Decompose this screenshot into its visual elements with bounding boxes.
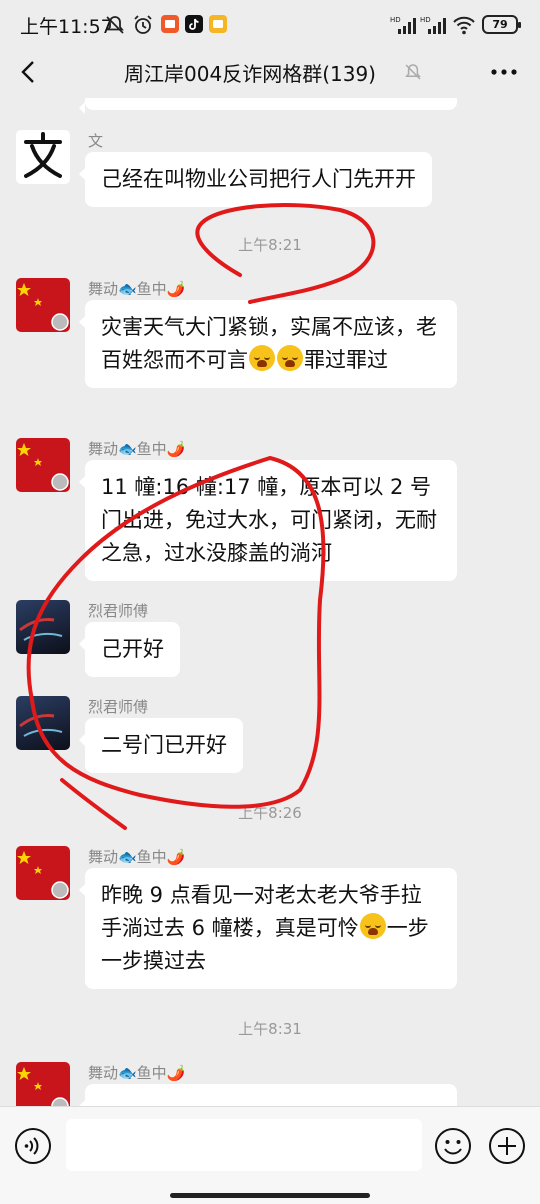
voice-icon[interactable] — [14, 1127, 52, 1165]
app-notification-icon — [161, 15, 179, 33]
avatar[interactable] — [16, 438, 70, 492]
message-item: 舞动🐟鱼中🌶️ 11 幢:16 幢:17 幢，原本可以 2 号门出进，免过大水，… — [0, 438, 540, 588]
status-bar: 上午11:57 HD HD 79 — [0, 0, 540, 48]
sender-name: 文 — [88, 132, 104, 150]
crying-emoji-icon — [277, 345, 303, 371]
tiktok-icon — [185, 15, 203, 33]
back-arrow-icon[interactable] — [14, 56, 46, 88]
avatar[interactable] — [16, 130, 70, 184]
app-notification-icon — [209, 15, 227, 33]
sender-name: 烈君师傅 — [88, 602, 149, 620]
chat-title: 周江岸004反诈网格群(139) — [124, 62, 376, 86]
timestamp: 上午8:26 — [238, 804, 302, 822]
more-dots-icon[interactable] — [486, 58, 522, 86]
message-bubble[interactable]: 己经在叫物业公司把行人门先开开 — [79, 152, 432, 207]
message-bubble-partial — [79, 98, 457, 114]
home-indicator — [170, 1193, 370, 1198]
avatar[interactable] — [16, 278, 70, 332]
svg-text:HD: HD — [390, 16, 401, 24]
timestamp: 上午8:31 — [238, 1020, 302, 1038]
emoji-icon[interactable] — [434, 1127, 472, 1165]
bell-mute-icon — [405, 64, 421, 80]
message-item: 舞动🐟鱼中🌶️ 昨晚 9 点看见一对老太老大爷手拉手淌过去 6 幢楼，真是可怜一… — [0, 846, 540, 996]
message-item: 烈君师傅 己开好 — [0, 600, 540, 680]
svg-text:HD: HD — [420, 16, 431, 24]
avatar[interactable] — [16, 1062, 70, 1106]
message-item: 烈君师傅 二号门已开好 — [0, 696, 540, 776]
message-bubble[interactable]: 己开好 — [79, 622, 180, 677]
message-input[interactable] — [66, 1119, 422, 1171]
chat-area[interactable]: 文 己经在叫物业公司把行人门先开开 上午8:21 舞动🐟鱼中🌶️ 灾害天气大门紧… — [0, 98, 540, 1106]
message-bubble-partial[interactable] — [79, 1084, 457, 1106]
input-bar — [0, 1106, 540, 1204]
message-text: 罪过罪过 — [304, 348, 388, 372]
battery-indicator: 79 — [482, 15, 521, 34]
wifi-icon — [453, 16, 475, 35]
sender-name: 舞动🐟鱼中🌶️ — [88, 440, 186, 458]
mute-notification-icon — [106, 16, 124, 34]
sender-name: 舞动🐟鱼中🌶️ — [88, 848, 186, 866]
timestamp: 上午8:21 — [238, 236, 302, 254]
message-item: 舞动🐟鱼中🌶️ — [0, 1062, 540, 1106]
signal-icon: HD — [420, 16, 446, 34]
sender-name: 舞动🐟鱼中🌶️ — [88, 280, 186, 298]
message-item: 文 己经在叫物业公司把行人门先开开 — [0, 130, 540, 210]
message-bubble[interactable]: 二号门已开好 — [79, 718, 243, 773]
plus-icon[interactable] — [488, 1127, 526, 1165]
crying-emoji-icon — [359, 913, 386, 939]
alarm-icon — [134, 15, 152, 34]
crying-emoji-icon — [249, 345, 275, 371]
chat-header: 周江岸004反诈网格群(139) — [0, 48, 540, 98]
avatar[interactable] — [16, 696, 70, 750]
message-bubble[interactable]: 灾害天气大门紧锁，实属不应该，老百姓怨而不可言 罪过罪过 — [79, 300, 457, 388]
message-item: 舞动🐟鱼中🌶️ 灾害天气大门紧锁，实属不应该，老百姓怨而不可言 罪过罪过 — [0, 278, 540, 428]
status-time: 上午11:57 — [20, 16, 113, 38]
signal-icon: HD — [390, 16, 416, 34]
avatar[interactable] — [16, 600, 70, 654]
avatar[interactable] — [16, 846, 70, 900]
sender-name: 舞动🐟鱼中🌶️ — [88, 1064, 186, 1082]
sender-name: 烈君师傅 — [88, 698, 149, 716]
message-bubble[interactable]: 昨晚 9 点看见一对老太老大爷手拉手淌过去 6 幢楼，真是可怜 一步一步摸过去 — [79, 868, 457, 989]
message-bubble[interactable]: 11 幢:16 幢:17 幢，原本可以 2 号门出进，免过大水，可门紧闭，无耐之… — [79, 460, 457, 581]
